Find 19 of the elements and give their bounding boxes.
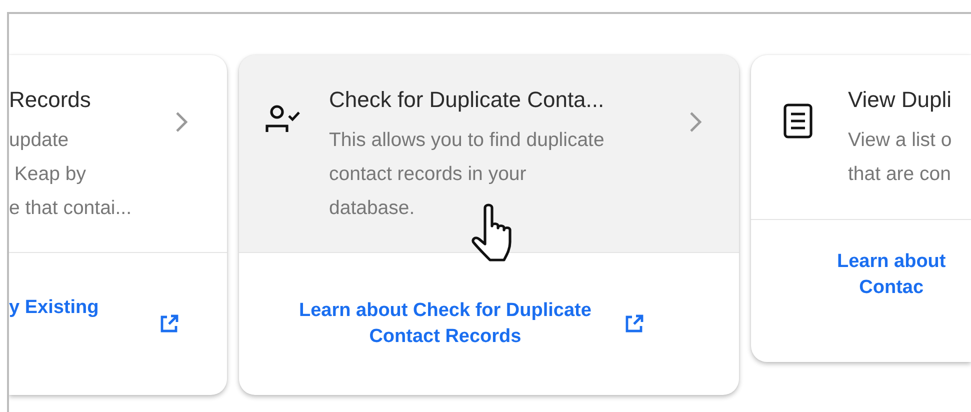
card-title: View Dupli bbox=[848, 86, 952, 114]
chevron-right-icon bbox=[175, 111, 189, 133]
card[interactable]: Check for Duplicate Conta... This allows you to find duplicate contact records in your database. Learn about Check for Duplicate Contact Records bbox=[239, 55, 739, 395]
card-title: Check for Duplicate Conta... bbox=[329, 86, 604, 114]
card-title: Records bbox=[9, 86, 91, 114]
external-link-icon[interactable] bbox=[158, 313, 180, 335]
card-header[interactable]: View Dupli View a list o that are con bbox=[751, 55, 971, 220]
chevron-right-icon bbox=[689, 111, 703, 133]
learn-more-link[interactable]: y Existing bbox=[9, 295, 99, 321]
external-link-icon[interactable] bbox=[623, 313, 646, 335]
learn-more-link[interactable]: Learn about Check for Duplicate Contact Records bbox=[299, 298, 592, 350]
card-description: update Keap by e that contai... bbox=[9, 128, 132, 221]
card-header[interactable]: Check for Duplicate Conta... This allows you to find duplicate contact records in your database. bbox=[239, 55, 739, 253]
card-header[interactable]: Records update Keap by e that contai... bbox=[9, 55, 227, 253]
learn-more-link[interactable]: Learn about Contac bbox=[837, 249, 946, 301]
card[interactable]: View Dupli View a list o that are con Learn about Contac bbox=[751, 55, 971, 362]
card-description: View a list o that are con bbox=[848, 128, 952, 187]
card[interactable]: Records update Keap by e that contai... y Existing bbox=[9, 55, 227, 395]
card-description: This allows you to find duplicate contact records in your database. bbox=[329, 128, 604, 221]
